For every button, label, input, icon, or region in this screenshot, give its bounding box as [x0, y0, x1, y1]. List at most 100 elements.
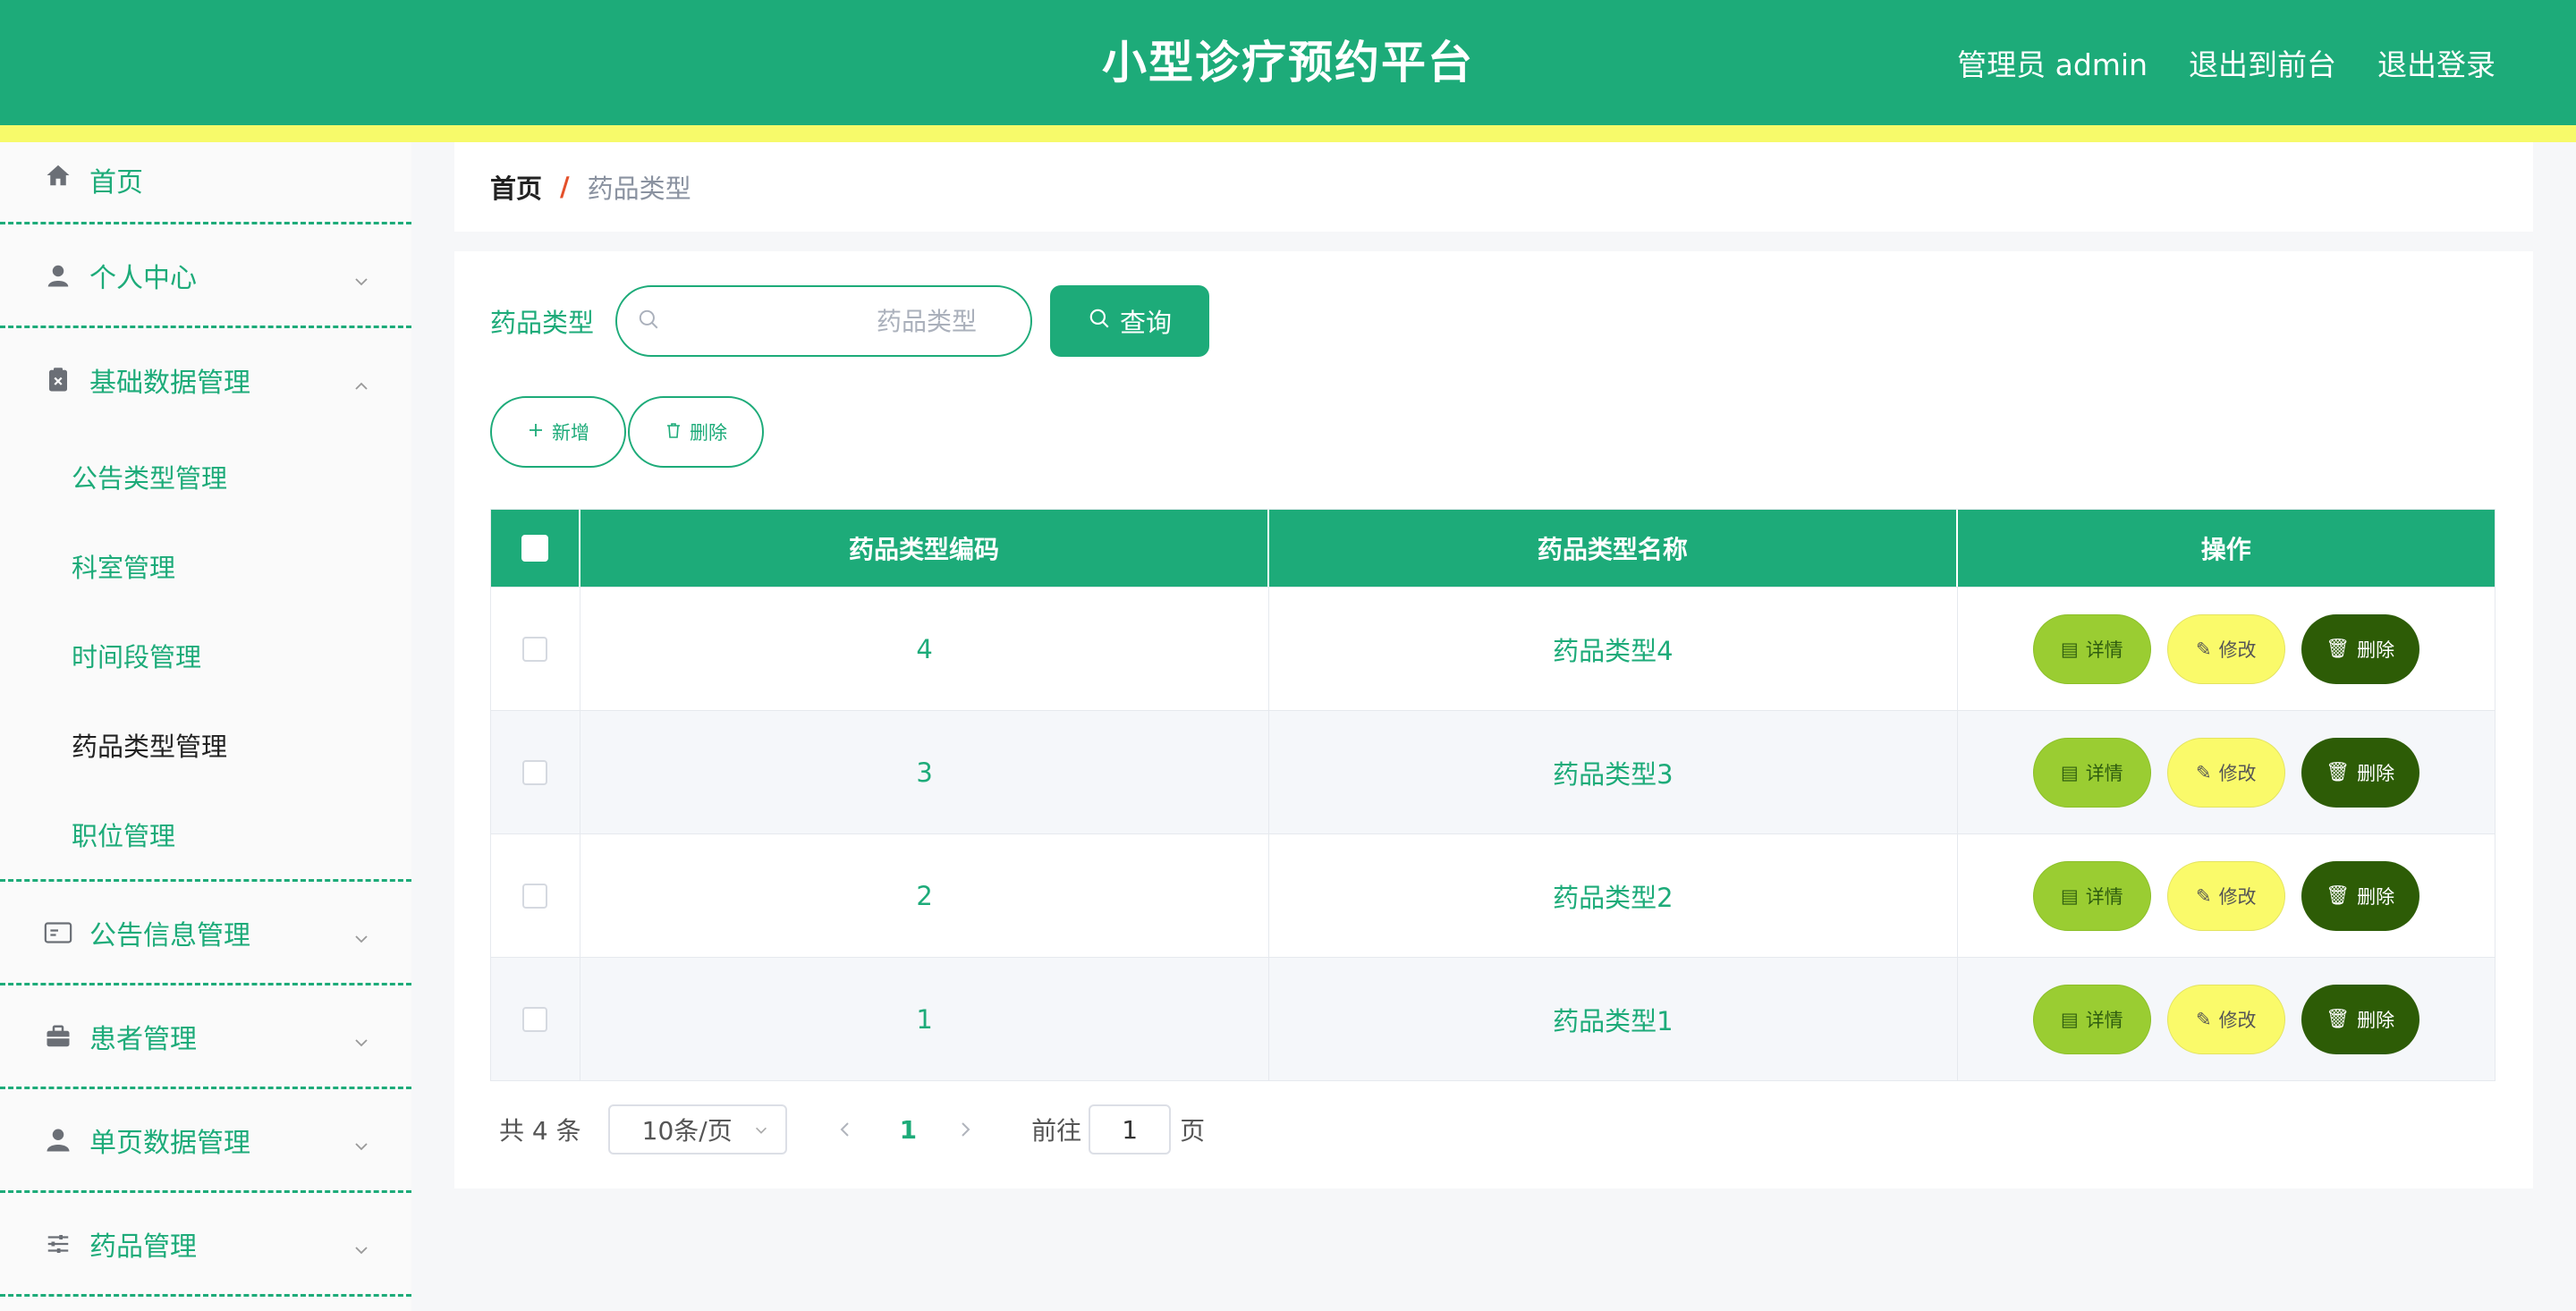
breadcrumb-separator: /	[560, 172, 570, 202]
pencil-icon: ✎	[2195, 1008, 2212, 1030]
trash-icon	[665, 421, 682, 444]
next-page-button[interactable]	[958, 1115, 972, 1145]
select-all-checkbox[interactable]	[521, 535, 548, 562]
page-size-select[interactable]: 10条/页	[607, 1104, 787, 1155]
cell-code: 4	[580, 588, 1270, 710]
chevron-down-icon	[352, 266, 370, 298]
sidebar-item-label: 药品管理	[89, 1231, 197, 1263]
table-header: 药品类型编码 药品类型名称 操作	[491, 510, 2495, 587]
basic-data-submenu: 公告类型管理 科室管理 时间段管理 药品类型管理 职位管理	[0, 432, 411, 882]
detail-button[interactable]: ▤ 详情	[2032, 860, 2151, 931]
detail-button-label: 详情	[2085, 639, 2123, 661]
edit-button[interactable]: ✎ 修改	[2166, 613, 2285, 684]
edit-button-label: 修改	[2218, 1009, 2257, 1031]
delete-button-label: 删除	[2357, 639, 2395, 661]
detail-button[interactable]: ▤ 详情	[2032, 737, 2151, 808]
chevron-down-icon	[352, 1028, 370, 1059]
row-checkbox[interactable]	[522, 759, 548, 785]
user-icon	[43, 260, 73, 291]
select-all-cell	[491, 510, 580, 587]
breadcrumb: 首页 / 药品类型	[454, 142, 2533, 232]
cell-code: 1	[580, 958, 1270, 1080]
sidebar-subitem-time-slot[interactable]: 时间段管理	[0, 611, 411, 700]
detail-button[interactable]: ▤ 详情	[2032, 984, 2151, 1054]
edit-button-label: 修改	[2218, 762, 2257, 784]
edit-button[interactable]: ✎ 修改	[2166, 984, 2285, 1054]
sidebar-item-label: 患者管理	[89, 1023, 197, 1055]
sidebar-item-single-page[interactable]: 单页数据管理	[0, 1089, 411, 1193]
sidebar-item-medicine[interactable]: 药品管理	[0, 1193, 411, 1297]
delete-button-label: 删除	[2357, 1009, 2395, 1031]
pencil-icon: ✎	[2195, 761, 2212, 783]
search-icon	[1088, 306, 1111, 336]
batch-delete-button[interactable]: 删除	[628, 396, 764, 468]
search-row: 药品类型 查询	[490, 285, 1210, 357]
header-accent-stripe	[0, 125, 2576, 142]
sidebar-subitem-medicine-type[interactable]: 药品类型管理	[0, 700, 411, 790]
sidebar-item-notice[interactable]: 公告信息管理	[0, 882, 411, 985]
delete-button[interactable]: 🗑 删除	[2301, 613, 2419, 684]
logout-link[interactable]: 退出登录	[2377, 41, 2496, 84]
sliders-icon	[43, 1229, 73, 1259]
breadcrumb-home[interactable]: 首页	[490, 168, 542, 206]
row-checkbox[interactable]	[522, 636, 548, 662]
edit-button[interactable]: ✎ 修改	[2166, 737, 2285, 808]
exit-to-front-link[interactable]: 退出到前台	[2189, 41, 2336, 84]
column-header-code: 药品类型编码	[580, 510, 1270, 587]
header-links: 管理员 admin 退出到前台 退出登录	[1957, 0, 2496, 125]
sidebar-item-label: 公告信息管理	[89, 919, 250, 952]
table-row: 4 药品类型4 ▤ 详情 ✎ 修改 🗑 删除	[491, 587, 2495, 710]
delete-button[interactable]: 🗑 删除	[2301, 984, 2419, 1054]
sidebar-item-personal[interactable]: 个人中心	[0, 224, 411, 328]
page-suffix: 页	[1180, 1116, 1206, 1146]
prev-page-button[interactable]	[832, 1115, 859, 1145]
detail-button-label: 详情	[2085, 1009, 2123, 1031]
sidebar-item-label: 首页	[89, 167, 143, 199]
cell-name: 药品类型3	[1269, 711, 1958, 833]
detail-button-label: 详情	[2085, 885, 2123, 908]
action-row: 新增 删除	[490, 396, 764, 468]
pencil-icon: ✎	[2195, 884, 2212, 907]
add-button[interactable]: 新增	[490, 396, 626, 468]
table-row: 2 药品类型2 ▤ 详情 ✎ 修改 🗑 删除	[491, 833, 2495, 957]
sidebar-subitem-notice-type[interactable]: 公告类型管理	[0, 432, 411, 521]
cell-name: 药品类型2	[1269, 834, 1958, 957]
column-header-name: 药品类型名称	[1269, 510, 1958, 587]
sidebar-item-patient[interactable]: 患者管理	[0, 985, 411, 1089]
admin-user-label[interactable]: 管理员 admin	[1957, 41, 2148, 84]
trash-icon: 🗑	[2326, 638, 2351, 659]
add-button-label: 新增	[552, 422, 589, 444]
search-input[interactable]	[660, 305, 1004, 337]
delete-button[interactable]: 🗑 删除	[2301, 860, 2419, 931]
sidebar-subitem-position[interactable]: 职位管理	[0, 790, 411, 879]
sidebar-item-basic-data[interactable]: 基础数据管理	[0, 328, 411, 432]
goto-label: 前往	[1031, 1116, 1082, 1146]
pencil-icon: ✎	[2195, 638, 2212, 660]
trash-icon: 🗑	[2326, 884, 2351, 906]
cell-name: 药品类型1	[1269, 958, 1958, 1080]
delete-button[interactable]: 🗑 删除	[2301, 737, 2419, 808]
total-count: 共 4 条	[499, 1116, 581, 1146]
batch-delete-button-label: 删除	[690, 422, 727, 444]
edit-button[interactable]: ✎ 修改	[2166, 860, 2285, 931]
chevron-down-icon	[352, 1131, 370, 1163]
top-header: 小型诊疗预约平台 管理员 admin 退出到前台 退出登录	[0, 0, 2576, 125]
row-checkbox[interactable]	[522, 883, 548, 909]
table-row: 1 药品类型1 ▤ 详情 ✎ 修改 🗑 删除	[491, 957, 2495, 1080]
chevron-down-icon	[753, 1115, 769, 1145]
sidebar-item-label: 单页数据管理	[89, 1127, 250, 1159]
sidebar-subitem-department[interactable]: 科室管理	[0, 521, 411, 611]
detail-button-label: 详情	[2085, 762, 2123, 784]
query-button[interactable]: 查询	[1050, 285, 1210, 357]
page-number[interactable]: 1	[900, 1115, 917, 1145]
detail-button[interactable]: ▤ 详情	[2032, 613, 2151, 684]
row-checkbox[interactable]	[522, 1006, 548, 1032]
document-icon: ▤	[2060, 1008, 2079, 1030]
page-size-value: 10条/页	[641, 1116, 733, 1146]
home-icon	[43, 160, 73, 190]
sidebar-item-home[interactable]: 首页	[0, 142, 411, 224]
column-header-actions: 操作	[2200, 535, 2251, 564]
goto-page-input[interactable]	[1089, 1104, 1172, 1155]
clipboard-icon	[43, 365, 73, 395]
pagination: 共 4 条 10条/页 1 前往 页	[499, 1104, 1205, 1155]
